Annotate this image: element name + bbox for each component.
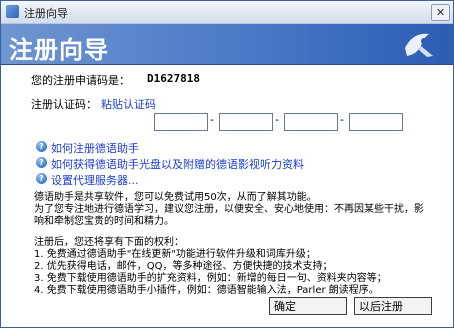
help-link-get-cd[interactable]: 如何获得德语助手光盘以及附赠的德语影视听力资料 xyxy=(51,156,304,172)
help-icon: ? xyxy=(36,157,47,168)
rights-item: 1. 免费通过德语助手"在线更新"功能进行软件升级和词库升级； xyxy=(34,249,316,260)
help-icon: ? xyxy=(36,173,47,184)
title-bar[interactable]: 注册向导 ✕ xyxy=(1,1,453,24)
registration-wizard-window: 注册向导 ✕ 注册向导 您的注册申请码是： D1627818 注册认证码： 粘贴… xyxy=(0,0,454,328)
app-icon xyxy=(6,5,19,18)
intro-line: 为了您专注地进行德语学习，建议您注册，以便安全、安心地使用：不再因某些干扰，影 xyxy=(34,204,424,215)
rights-item: 4. 免费下载使用德语助手小插件，例如：德语智能输入法，Parler 朗读程序。 xyxy=(34,285,379,296)
rights-item: 2. 优先获得电话，邮件，QQ，等多种途径、方便快捷的技术支持； xyxy=(34,261,333,272)
paste-auth-code-link[interactable]: 粘贴认证码 xyxy=(101,96,156,112)
register-later-button[interactable]: 以后注册 xyxy=(354,297,432,315)
banner-title: 注册向导 xyxy=(9,35,109,64)
help-link-proxy[interactable]: 设置代理服务器... xyxy=(51,172,139,188)
dash-separator: - xyxy=(275,113,279,126)
intro-line: 德语助手是共享软件，您可以免费试用50次，从而了解其功能。 xyxy=(34,192,317,203)
help-icon: ? xyxy=(36,141,47,152)
request-code-value: D1627818 xyxy=(147,72,200,85)
header-banner: 注册向导 xyxy=(1,24,453,65)
auth-code-field-1[interactable] xyxy=(154,113,208,131)
dehelper-logo-icon xyxy=(405,33,433,57)
request-code-label: 您的注册申请码是： xyxy=(31,74,130,87)
intro-line: 响和牵制您宝贵的时间和精力。 xyxy=(34,216,174,227)
window-title: 注册向导 xyxy=(24,7,68,20)
dash-separator: - xyxy=(210,113,214,126)
rights-heading: 注册后，您还将享有下面的权利： xyxy=(34,237,184,248)
rights-item: 3. 免费下载使用德语助手的扩充资料，例如：新增的每日一句、资料夹内容等； xyxy=(34,273,387,284)
auth-code-field-3[interactable] xyxy=(284,113,338,131)
auth-code-field-2[interactable] xyxy=(219,113,273,131)
help-link-register[interactable]: 如何注册德语助手 xyxy=(51,140,139,156)
dash-separator: - xyxy=(340,113,344,126)
close-button[interactable]: ✕ xyxy=(431,4,450,21)
auth-code-field-4[interactable] xyxy=(349,113,403,131)
auth-code-label: 注册认证码： xyxy=(31,98,97,111)
ok-button[interactable]: 确定 xyxy=(269,297,347,315)
